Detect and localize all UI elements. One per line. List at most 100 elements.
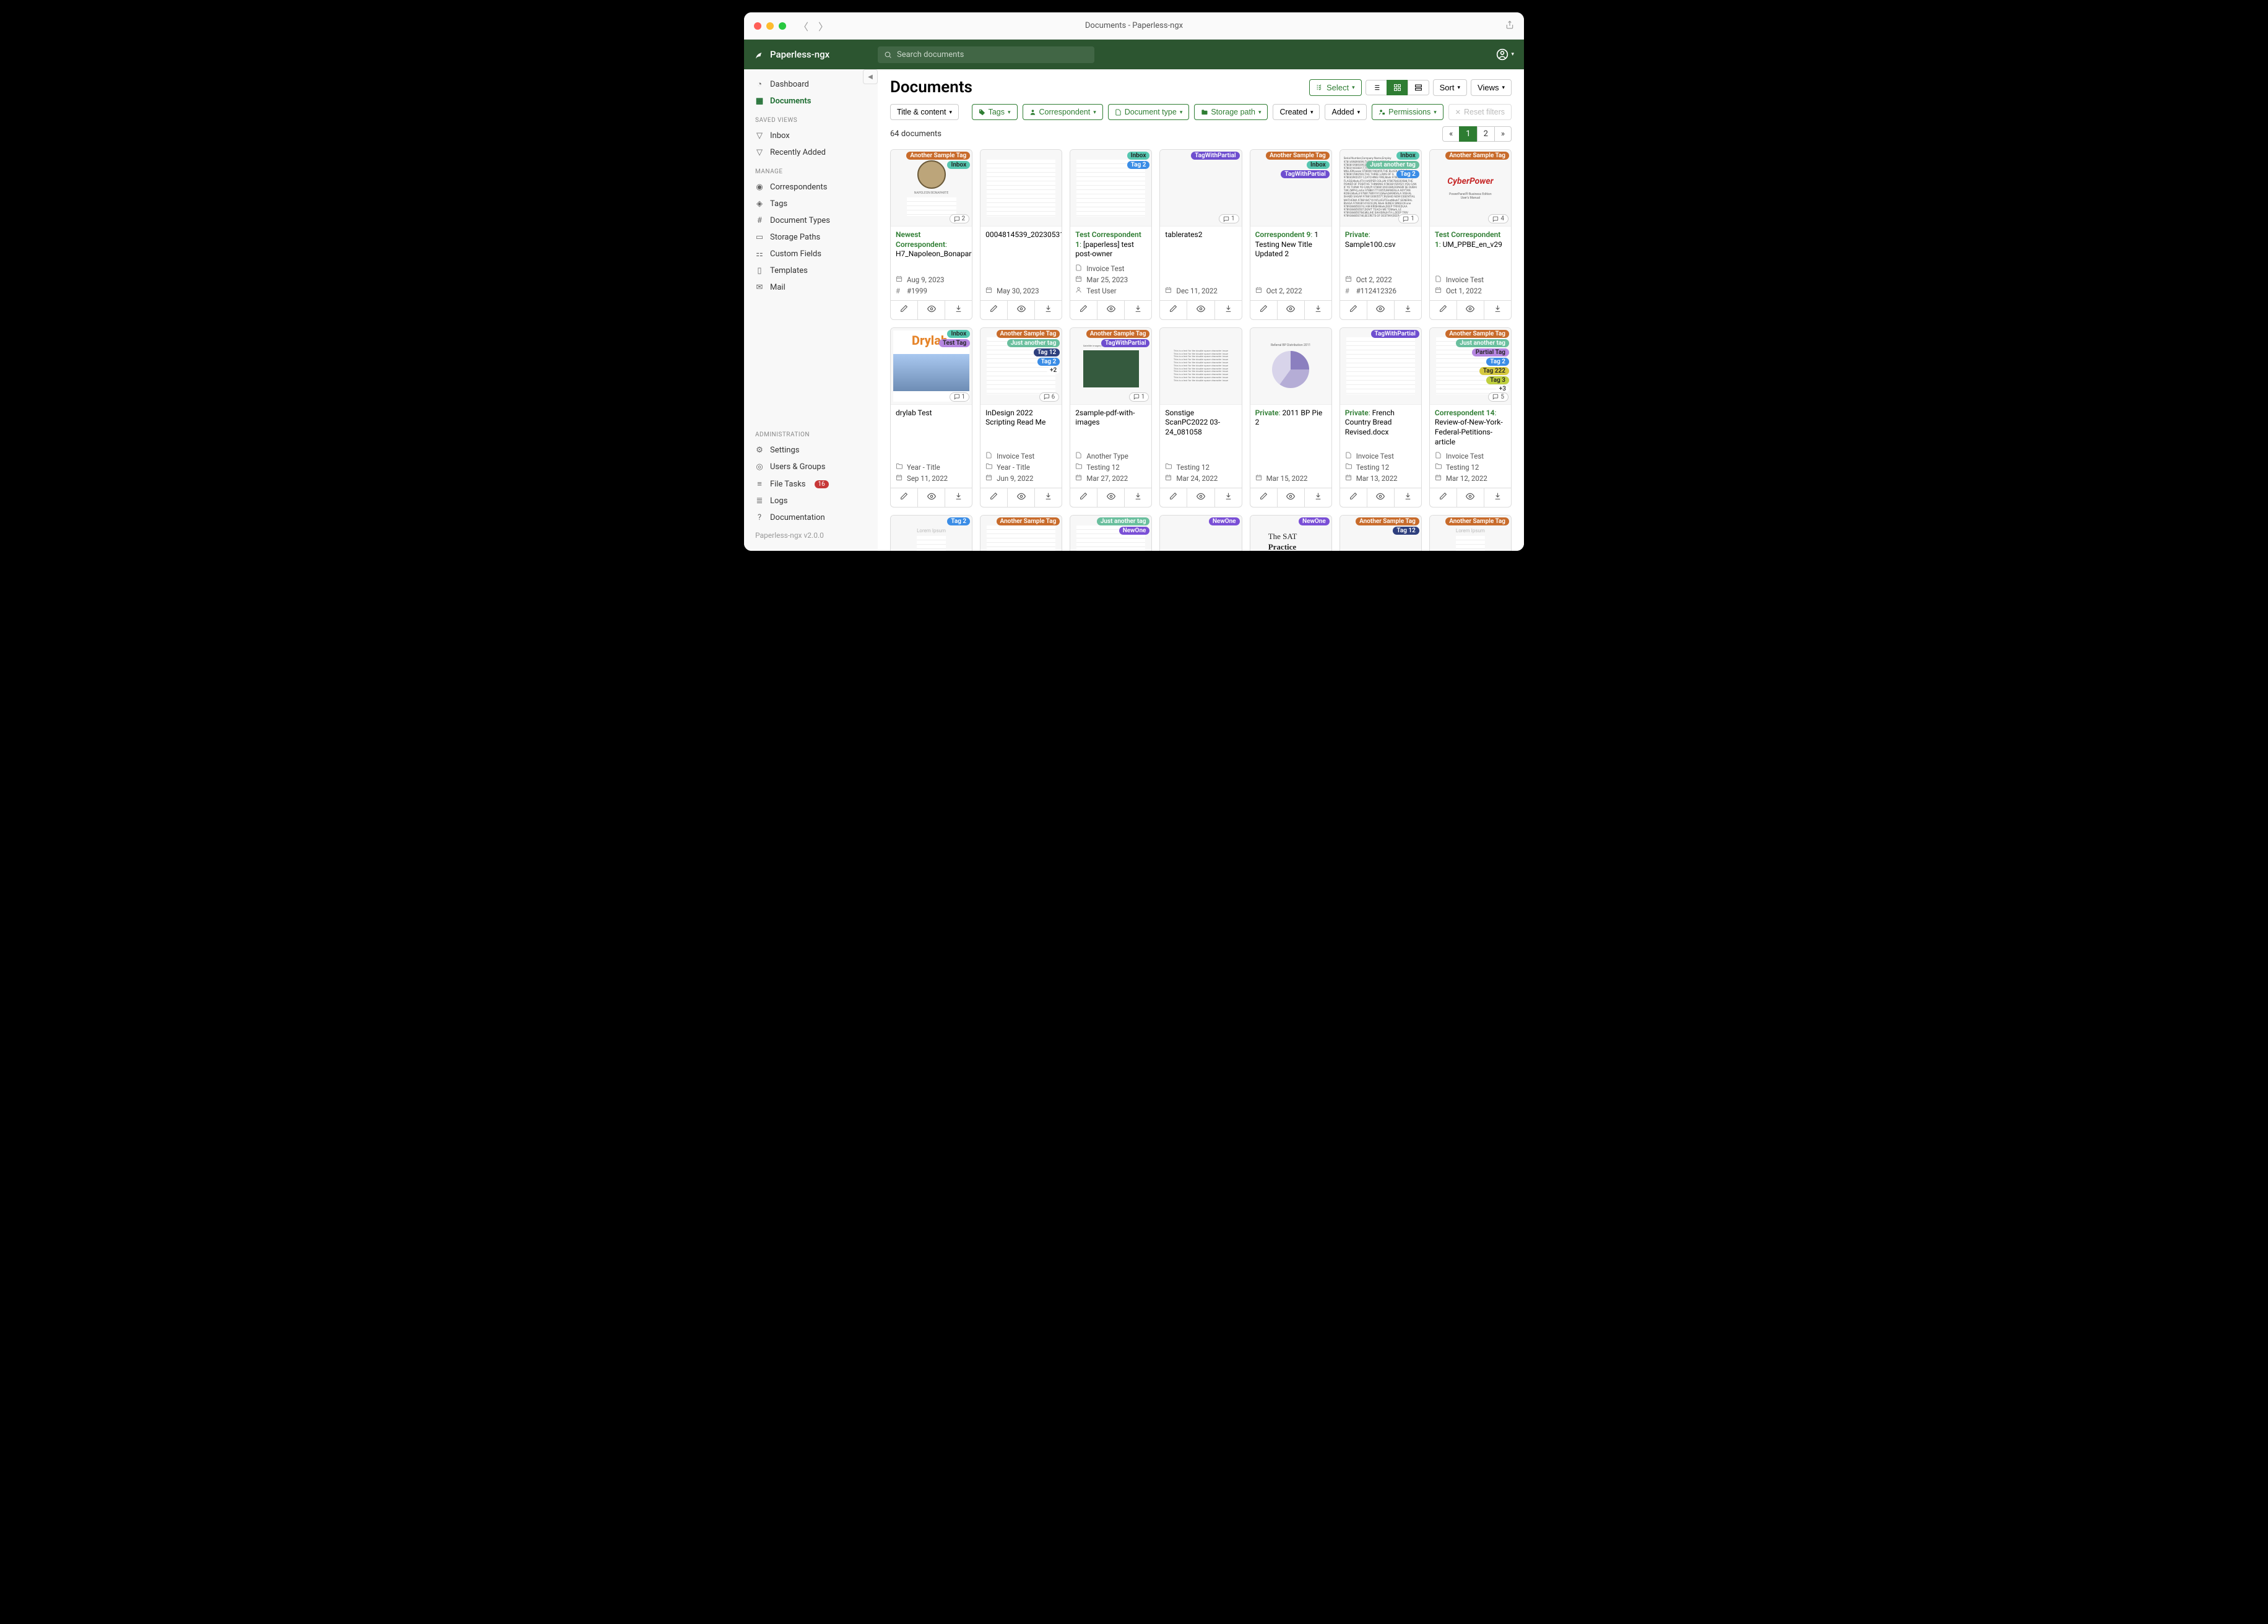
preview-button[interactable] — [1278, 488, 1305, 507]
tag-badge[interactable]: TagWithPartial — [1281, 170, 1329, 178]
download-button[interactable] — [1215, 301, 1242, 319]
download-button[interactable] — [1125, 301, 1151, 319]
nav-templates[interactable]: ▯Templates — [744, 262, 878, 279]
tag-badge[interactable]: Tag 3 — [1486, 376, 1509, 384]
document-card[interactable]: Drylab▸InboxTest Tag1drylab TestYear - T… — [890, 327, 972, 508]
download-button[interactable] — [1035, 301, 1062, 319]
thumbnail[interactable]: Drylab▸InboxTest Tag1 — [891, 328, 972, 405]
edit-button[interactable] — [1250, 301, 1278, 319]
download-button[interactable] — [945, 301, 972, 319]
tag-badge[interactable]: Partial Tag — [1472, 348, 1509, 356]
tag-badge[interactable]: Another Sample Tag — [1445, 517, 1509, 525]
tag-badge[interactable]: Another Sample Tag — [997, 330, 1060, 338]
document-card[interactable]: The SATPracticeTest #1Make time to take … — [1250, 515, 1332, 551]
filter-tags[interactable]: Tags▾ — [972, 104, 1018, 120]
more-tags[interactable]: +3 — [1496, 386, 1509, 392]
tag-badge[interactable]: Tag 2 — [1486, 358, 1509, 366]
nav-users-groups[interactable]: ◎Users & Groups — [744, 459, 878, 475]
tag-badge[interactable]: Another Sample Tag — [1356, 517, 1419, 525]
edit-button[interactable] — [1340, 301, 1367, 319]
thumbnail[interactable]: Lorem IpsumAnother Sample Tag5 — [1430, 516, 1511, 551]
sidebar-collapse[interactable]: ◀ — [863, 69, 878, 84]
thumbnail[interactable]: CyberPowerPowerPanel® Business EditionUs… — [1430, 150, 1511, 227]
document-card[interactable]: Just another tagNewOne — [1070, 515, 1152, 551]
note-count[interactable]: 2 — [950, 214, 970, 223]
share-icon[interactable] — [1505, 20, 1514, 32]
card-title[interactable]: Sonstige ScanPC2022 03-24_081058 — [1165, 408, 1236, 438]
tag-badge[interactable]: TagWithPartial — [1191, 152, 1239, 160]
edit-button[interactable] — [1340, 488, 1367, 507]
nav-custom-fields[interactable]: ⚏Custom Fields — [744, 246, 878, 262]
download-button[interactable] — [945, 488, 972, 507]
filter-storage-path[interactable]: Storage path▾ — [1194, 104, 1268, 120]
tag-badge[interactable]: Tag 12 — [1034, 348, 1060, 356]
tag-badge[interactable]: NewOne — [1119, 527, 1150, 535]
thumbnail[interactable]: Another Sample TagInboxTagWithPartial — [1250, 150, 1331, 227]
preview-button[interactable] — [1008, 488, 1035, 507]
note-count[interactable]: 5 — [1488, 392, 1508, 402]
card-title[interactable]: Test Correspondent 1: UM_PPBE_en_v29 — [1435, 230, 1506, 249]
document-card[interactable]: Another Sample TagInboxTagWithPartialCor… — [1250, 149, 1332, 320]
thumbnail[interactable]: Another Sample TagJust another tagTag 12… — [980, 328, 1062, 405]
document-card[interactable]: Another Sample TagJust another tagPartia… — [1429, 327, 1512, 508]
document-card[interactable]: Lorem IpsumTag 2 — [890, 515, 972, 551]
edit-button[interactable] — [1430, 488, 1457, 507]
nav-back[interactable]: 〈 — [799, 19, 808, 33]
views-button[interactable]: Views▾ — [1471, 79, 1512, 96]
preview-button[interactable] — [1097, 488, 1125, 507]
download-button[interactable] — [1484, 488, 1511, 507]
preview-button[interactable] — [1457, 301, 1484, 319]
edit-button[interactable] — [1250, 488, 1278, 507]
document-card[interactable]: Serial Number,Company Name,Employ 978149… — [1340, 149, 1422, 320]
edit-button[interactable] — [980, 301, 1008, 319]
note-count[interactable]: 1 — [1219, 214, 1239, 223]
page-1[interactable]: 1 — [1459, 126, 1476, 142]
preview-button[interactable] — [918, 301, 945, 319]
nav-recently-added[interactable]: ▽Recently Added — [744, 144, 878, 161]
document-card[interactable]: Another Sample TagTag 12 — [1340, 515, 1422, 551]
nav-tags[interactable]: ◈Tags — [744, 196, 878, 212]
nav-storage-paths[interactable]: ▭Storage Paths — [744, 229, 878, 246]
thumbnail[interactable]: Satellite imagery documentation sampleAn… — [1070, 328, 1151, 405]
document-card[interactable]: TagWithPartial1tablerates2Dec 11, 2022 — [1159, 149, 1242, 320]
edit-button[interactable] — [1070, 301, 1097, 319]
thumbnail[interactable]: Lorem IpsumTag 2 — [891, 516, 972, 551]
nav-logs[interactable]: ≣Logs — [744, 493, 878, 509]
edit-button[interactable] — [1160, 488, 1187, 507]
document-card[interactable]: NewOne — [1159, 515, 1242, 551]
edit-button[interactable] — [891, 488, 918, 507]
card-title[interactable]: 0004814539_20230531 — [985, 230, 1057, 240]
filter-document-type[interactable]: Document type▾ — [1108, 104, 1190, 120]
edit-button[interactable] — [891, 301, 918, 319]
card-title[interactable]: Correspondent 14: Review-of-New-York-Fed… — [1435, 408, 1506, 447]
select-button[interactable]: Select▾ — [1309, 79, 1362, 96]
document-card[interactable]: NAPOLEON BONAPARTEAnother Sample TagInbo… — [890, 149, 972, 320]
thumbnail[interactable]: TagWithPartial 1 — [1160, 150, 1241, 227]
filter-created[interactable]: Created▾ — [1273, 104, 1320, 120]
nav-documents[interactable]: ▦Documents — [744, 93, 878, 110]
download-button[interactable] — [1484, 301, 1511, 319]
thumbnail[interactable]: Serial Number,Company Name,Employ 978149… — [1340, 150, 1421, 227]
tag-badge[interactable]: TagWithPartial — [1371, 330, 1419, 338]
nav-settings[interactable]: ⚙Settings — [744, 442, 878, 459]
thumbnail[interactable]: NAPOLEON BONAPARTEAnother Sample TagInbo… — [891, 150, 972, 227]
thumbnail[interactable]: Just another tagNewOne — [1070, 516, 1151, 551]
close-window[interactable] — [754, 22, 761, 30]
download-button[interactable] — [1305, 488, 1331, 507]
nav-dashboard[interactable]: ◔Dashboard — [744, 76, 878, 93]
thumbnail[interactable]: Another Sample TagJust another tagPartia… — [1430, 328, 1511, 405]
card-title[interactable]: Test Correspondent 1: [paperless] test p… — [1075, 230, 1146, 259]
tag-badge[interactable]: Another Sample Tag — [1266, 152, 1330, 160]
note-count[interactable]: 1 — [1129, 392, 1149, 402]
thumbnail[interactable]: Another Sample Tag — [980, 516, 1062, 551]
view-details[interactable] — [1408, 80, 1429, 95]
card-title[interactable]: tablerates2 — [1165, 230, 1236, 240]
download-button[interactable] — [1395, 488, 1421, 507]
document-card[interactable]: CyberPowerPowerPanel® Business EditionUs… — [1429, 149, 1512, 320]
minimize-window[interactable] — [766, 22, 774, 30]
card-title[interactable]: Private: French Country Bread Revised.do… — [1345, 408, 1416, 438]
note-count[interactable]: 1 — [1398, 214, 1419, 223]
more-tags[interactable]: +2 — [1047, 367, 1060, 374]
document-card[interactable]: TagWithPartial Private: French Country Br… — [1340, 327, 1422, 508]
document-card[interactable]: Referral BP Distribution 2011Private: 20… — [1250, 327, 1332, 508]
